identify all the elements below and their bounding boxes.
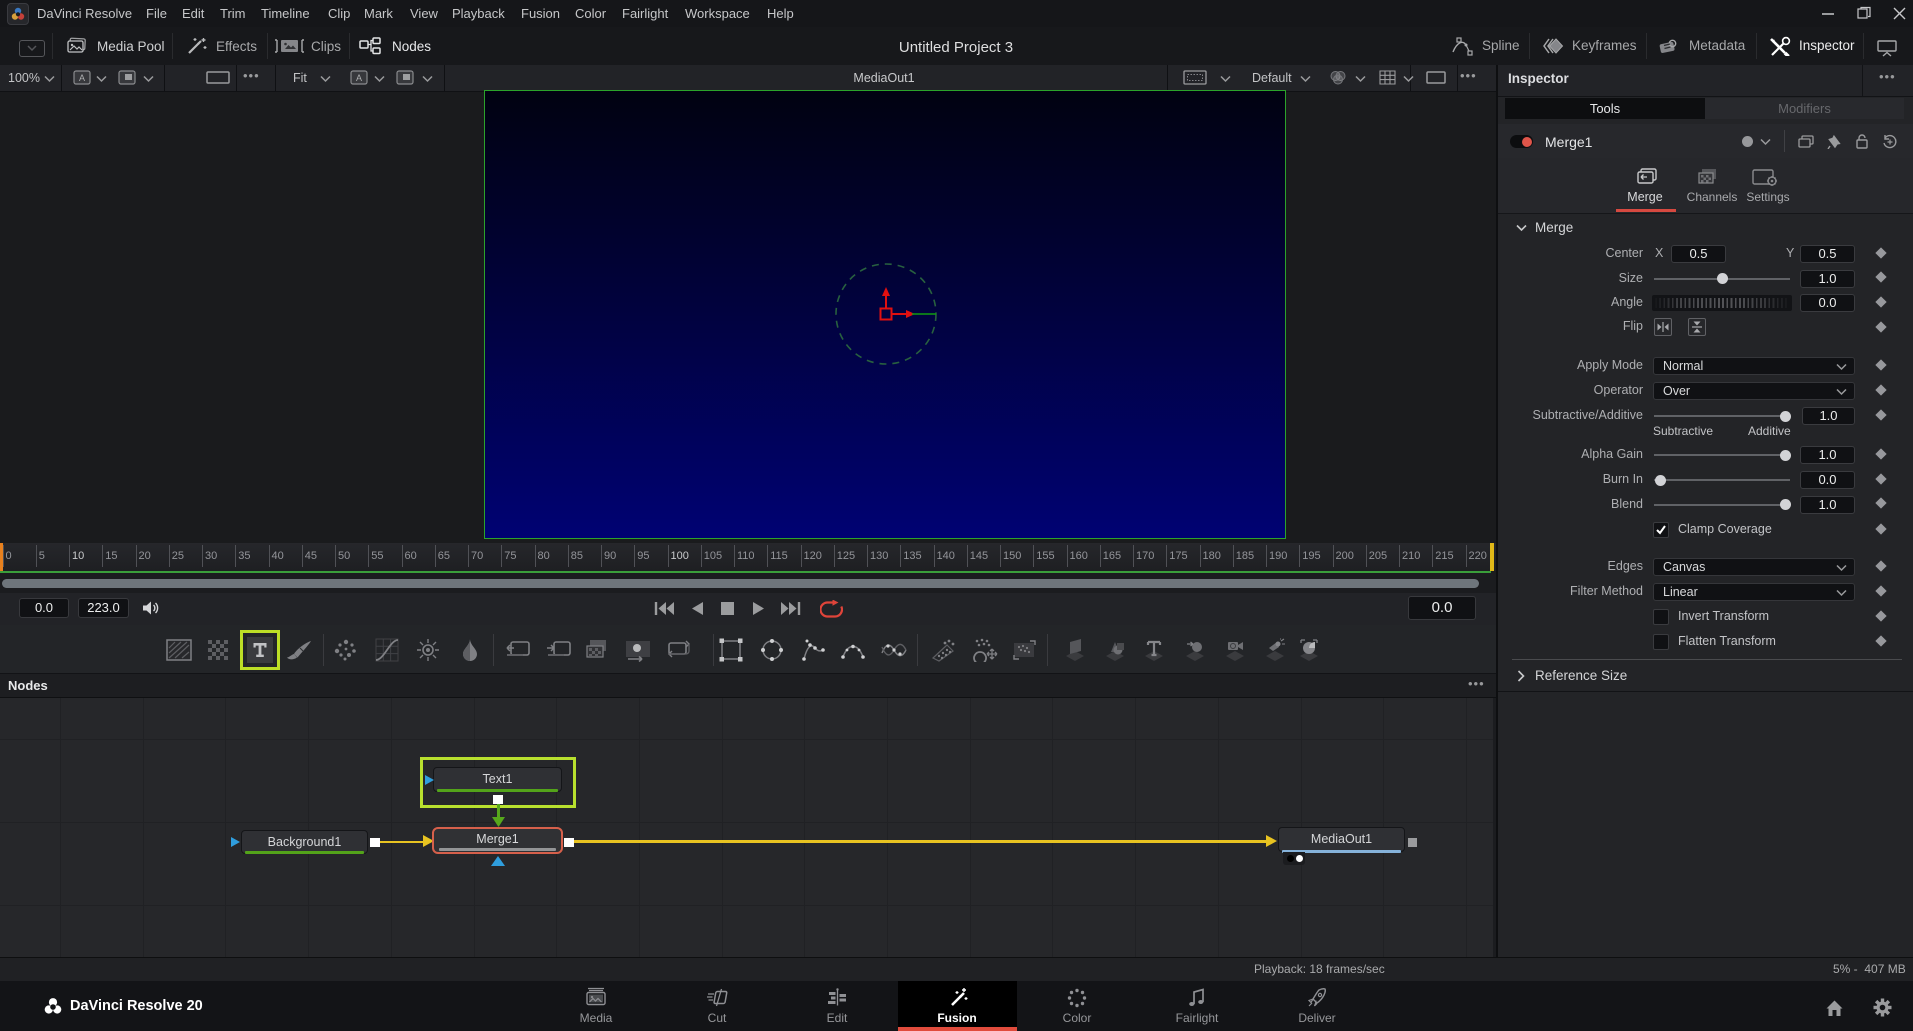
svg-text:A: A [356,73,362,83]
svg-text:A: A [79,73,85,83]
